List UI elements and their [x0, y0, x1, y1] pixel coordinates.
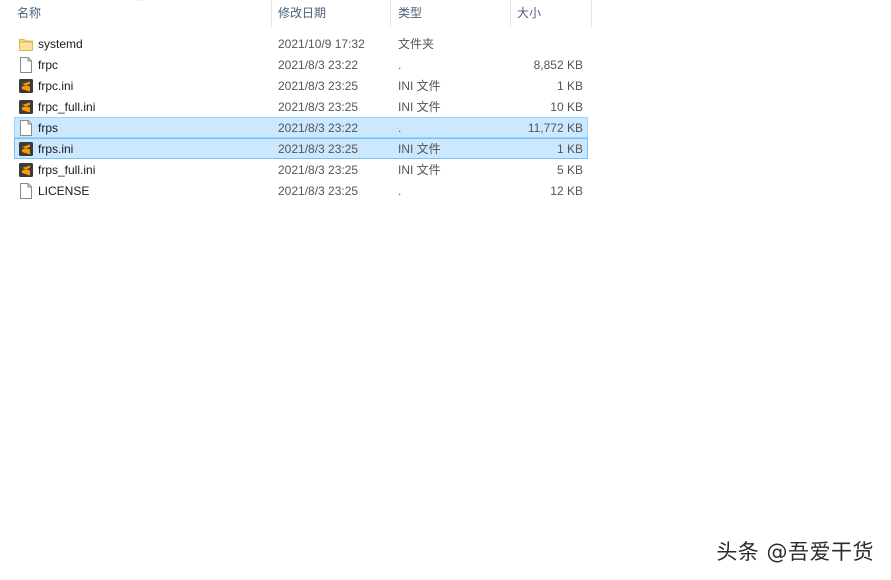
- column-header-type[interactable]: 类型: [398, 0, 510, 27]
- file-size: 1 KB: [556, 79, 583, 93]
- file-type: .: [398, 184, 402, 198]
- file-size: 10 KB: [550, 100, 583, 114]
- file-name: LICENSE: [38, 184, 90, 198]
- file-type: .: [398, 121, 402, 135]
- file-type: INI 文件: [398, 142, 441, 156]
- column-header-date[interactable]: 修改日期: [278, 0, 390, 27]
- file-size: 12 KB: [550, 184, 583, 198]
- file-date: 2021/8/3 23:25: [278, 163, 359, 177]
- file-type: .: [398, 58, 402, 72]
- file-date: 2021/8/3 23:22: [278, 121, 359, 135]
- file-date: 2021/8/3 23:25: [278, 142, 359, 156]
- file-name: systemd: [38, 37, 83, 51]
- file-type: 文件夹: [398, 37, 435, 51]
- column-divider[interactable]: [271, 0, 272, 27]
- file-size: 8,852 KB: [533, 58, 583, 72]
- file-date: 2021/8/3 23:25: [278, 79, 359, 93]
- sublime-icon: [19, 141, 33, 157]
- file-row-frpc-full-ini[interactable]: frpc_full.ini 2021/8/3 23:25 INI 文件 10 K…: [14, 96, 588, 117]
- file-icon: [19, 120, 33, 136]
- file-name: frps: [38, 121, 59, 135]
- file-date: 2021/8/3 23:25: [278, 184, 359, 198]
- file-date: 2021/8/3 23:22: [278, 58, 359, 72]
- file-icon: [19, 57, 33, 73]
- sublime-icon: [19, 99, 33, 115]
- column-header-size[interactable]: 大小: [517, 0, 591, 27]
- column-header: ^ 名称 修改日期 类型 大小: [0, 0, 592, 27]
- file-size: 5 KB: [556, 163, 583, 177]
- file-name: frpc_full.ini: [38, 100, 96, 114]
- file-name: frpc: [38, 58, 59, 72]
- file-row-frps[interactable]: frps 2021/8/3 23:22 . 11,772 KB: [14, 117, 588, 138]
- file-type: INI 文件: [398, 100, 441, 114]
- file-name: frps.ini: [38, 142, 74, 156]
- file-list: systemd 2021/10/9 17:32 文件夹 frpc 2021/8/…: [14, 33, 588, 201]
- sublime-icon: [19, 162, 33, 178]
- watermark-text: 头条 @吾爱干货: [716, 540, 874, 564]
- file-row-frpc[interactable]: frpc 2021/8/3 23:22 . 8,852 KB: [14, 54, 588, 75]
- column-divider[interactable]: [390, 0, 391, 27]
- file-name: frps_full.ini: [38, 163, 96, 177]
- file-row-frpc-ini[interactable]: frpc.ini 2021/8/3 23:25 INI 文件 1 KB: [14, 75, 588, 96]
- file-date: 2021/8/3 23:25: [278, 100, 359, 114]
- file-row-license[interactable]: LICENSE 2021/8/3 23:25 . 12 KB: [14, 180, 588, 201]
- column-header-name[interactable]: 名称: [17, 0, 271, 27]
- sublime-icon: [19, 78, 33, 94]
- folder-icon: [19, 36, 33, 52]
- file-type: INI 文件: [398, 163, 441, 177]
- file-size: 1 KB: [556, 142, 583, 156]
- file-type: INI 文件: [398, 79, 441, 93]
- file-icon: [19, 183, 33, 199]
- file-size: 11,772 KB: [527, 121, 583, 135]
- file-row-frps-ini[interactable]: frps.ini 2021/8/3 23:25 INI 文件 1 KB: [14, 138, 588, 159]
- file-row-systemd[interactable]: systemd 2021/10/9 17:32 文件夹: [14, 33, 588, 54]
- column-divider[interactable]: [510, 0, 511, 27]
- file-name: frpc.ini: [38, 79, 74, 93]
- file-row-frps-full-ini[interactable]: frps_full.ini 2021/8/3 23:25 INI 文件 5 KB: [14, 159, 588, 180]
- column-divider[interactable]: [591, 0, 592, 27]
- file-date: 2021/10/9 17:32: [278, 37, 365, 51]
